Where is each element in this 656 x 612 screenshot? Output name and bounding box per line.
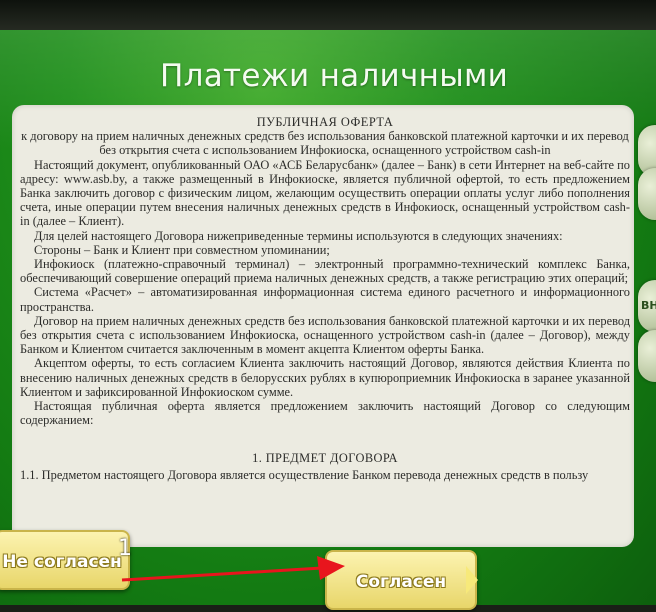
annotation-number: 1 bbox=[118, 536, 132, 561]
document-heading: ПУБЛИЧНАЯ ОФЕРТА bbox=[256, 115, 394, 129]
side-scroll-down-button[interactable] bbox=[638, 330, 656, 382]
document-paragraph: Акцептом оферты, то есть согласием Клиен… bbox=[20, 356, 630, 399]
disagree-button[interactable]: Не согласен bbox=[0, 530, 130, 590]
document-subheading: к договору на прием наличных денежных ср… bbox=[21, 129, 629, 158]
side-button-vn[interactable]: ВН bbox=[638, 280, 656, 332]
section-title: 1. ПРЕДМЕТ ДОГОВОРА bbox=[252, 451, 398, 466]
page-title: Платежи наличными bbox=[160, 58, 509, 94]
section-text: 1.1. Предметом настоящего Договора являе… bbox=[20, 467, 589, 482]
document-paragraph: Настоящий документ, опубликованный ОАО «… bbox=[20, 157, 630, 229]
agree-button[interactable]: Согласен bbox=[325, 550, 477, 610]
document-paragraph: Для целей настоящего Договора нижепривед… bbox=[34, 228, 563, 243]
side-button[interactable] bbox=[638, 168, 656, 220]
document-paragraph: Система «Расчет» – автоматизированная ин… bbox=[20, 285, 630, 314]
right-arrow-icon bbox=[466, 566, 478, 594]
offer-document-panel[interactable]: ПУБЛИЧНАЯ ОФЕРТА к договору на прием нал… bbox=[12, 105, 634, 547]
offer-document-text: ПУБЛИЧНАЯ ОФЕРТА к договору на прием нал… bbox=[12, 105, 634, 482]
document-paragraph: Настоящая публичная оферта является пред… bbox=[20, 399, 630, 428]
document-paragraph: Инфокиоск (платежно-справочный терминал)… bbox=[20, 257, 630, 286]
document-paragraph: Договор на прием наличных денежных средс… bbox=[20, 313, 630, 357]
document-paragraph: Стороны – Банк и Клиент при совместном у… bbox=[34, 242, 330, 257]
